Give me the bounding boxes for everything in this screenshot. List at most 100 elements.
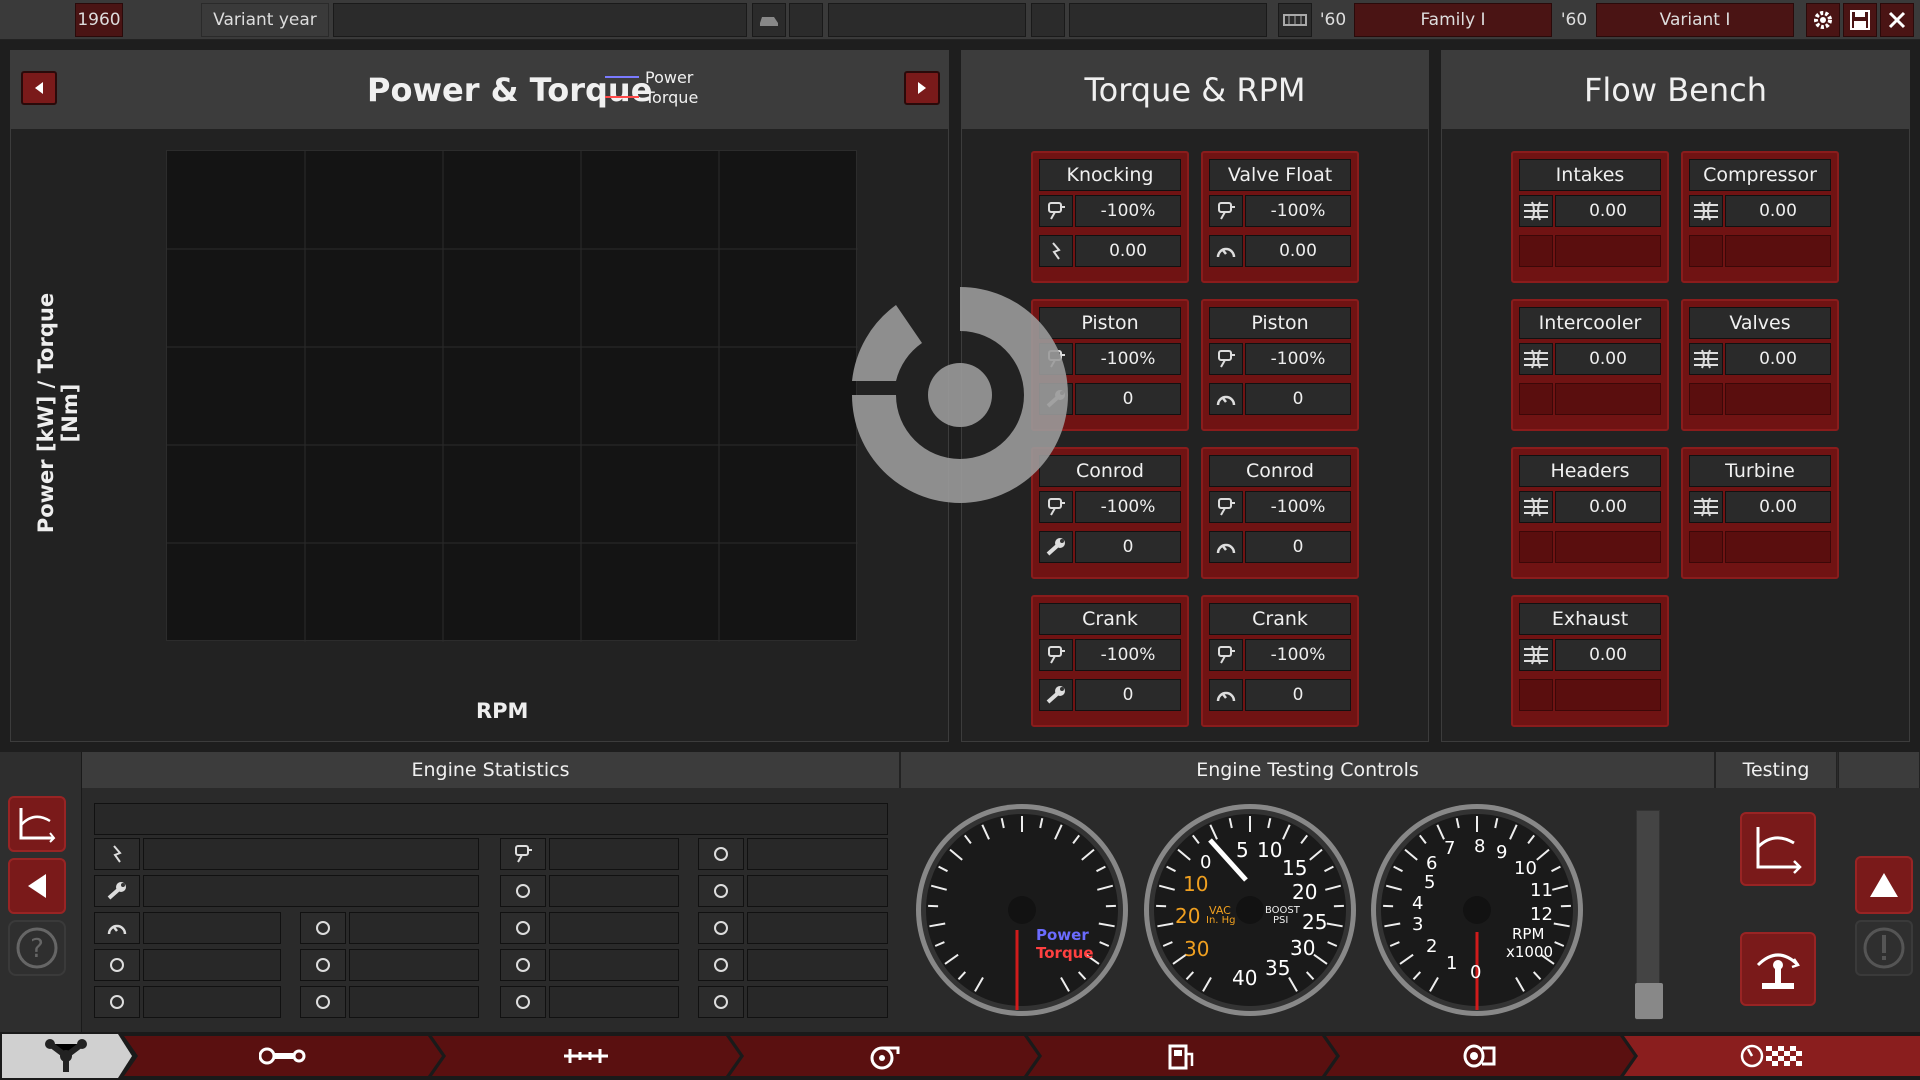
car-icon[interactable] xyxy=(752,3,786,37)
gauge2-vac-unit: In. Hg xyxy=(1206,915,1236,926)
boost-tick-label: 15 xyxy=(1282,856,1308,880)
wrench-icon xyxy=(1039,679,1073,711)
piston-card-value2: 0 xyxy=(1075,383,1181,415)
exhaust-icon xyxy=(1462,1042,1498,1070)
tab-conrod[interactable] xyxy=(124,1036,442,1076)
year-field[interactable]: 1960 xyxy=(75,3,123,37)
knocking-card-title: Knocking xyxy=(1039,159,1181,191)
engine-block-icon[interactable] xyxy=(1278,3,1312,37)
variant-field[interactable]: Variant I xyxy=(1596,3,1794,37)
piston-icon xyxy=(1209,195,1243,227)
blank-slot xyxy=(1555,679,1661,711)
intercooler-card: Intercooler 0.00 xyxy=(1511,299,1669,431)
tab-turbo[interactable] xyxy=(730,1036,1038,1076)
engine-statistics-header: Engine Statistics xyxy=(82,752,900,788)
blank-slot xyxy=(1689,235,1723,267)
up-button[interactable] xyxy=(1855,856,1913,914)
valve-float-card-value2: 0.00 xyxy=(1245,235,1351,267)
blank-slot xyxy=(1519,383,1553,415)
stat-value-box xyxy=(549,949,679,981)
test-slider-track[interactable] xyxy=(1635,810,1663,1020)
rpm-gauge-unit: x1000 xyxy=(1506,943,1554,961)
close-icon[interactable] xyxy=(1880,3,1914,37)
blank-field xyxy=(828,3,1026,37)
vacuum-tick-label: 20 xyxy=(1175,904,1201,928)
tab-crankshaft[interactable] xyxy=(432,1036,740,1076)
conrod-card-value2: 0 xyxy=(1245,531,1351,563)
piston-card-title: Piston xyxy=(1209,307,1351,339)
radiator-icon xyxy=(300,912,346,944)
boost-tick-label: 10 xyxy=(1257,838,1283,862)
conrod-card-value2: 0 xyxy=(1075,531,1181,563)
blank-slot xyxy=(1689,531,1723,563)
exhaust-card: Exhaust 0.00 xyxy=(1511,595,1669,727)
piston-icon xyxy=(1209,639,1243,671)
fuel-pump-icon xyxy=(500,949,546,981)
tab-fuel[interactable] xyxy=(1028,1036,1336,1076)
gauge2-zero: 0 xyxy=(1200,852,1212,873)
blank-slot[interactable] xyxy=(1031,3,1065,37)
engine-icon xyxy=(500,875,546,907)
turbine-card-value1: 0.00 xyxy=(1725,491,1831,523)
y-axis-label: Power [kW] / Torque [Nm] xyxy=(34,292,82,534)
compressor-card-value1: 0.00 xyxy=(1725,195,1831,227)
test-graph-button[interactable] xyxy=(1740,812,1816,886)
test-slider-handle[interactable] xyxy=(1635,983,1663,1019)
speaker-icon xyxy=(300,986,346,1018)
x-axis-label: RPM xyxy=(476,699,529,723)
rpm-tick-label: 7 xyxy=(1444,838,1456,859)
snowflake-icon xyxy=(94,986,140,1018)
graph-view-button[interactable] xyxy=(8,796,66,852)
prev-graph-button[interactable] xyxy=(21,71,57,105)
rpm-tick-label: 3 xyxy=(1412,914,1424,935)
crank-card: Crank -100% 0 xyxy=(1031,595,1189,727)
flow-icon xyxy=(1689,195,1723,227)
tab-exhaust[interactable] xyxy=(1326,1036,1634,1076)
torque-rpm-header: Torque & RPM xyxy=(962,51,1428,129)
tab-engine-parts[interactable] xyxy=(2,1034,132,1078)
help-button[interactable]: ? xyxy=(8,920,66,976)
conrod-card-value1: -100% xyxy=(1245,491,1351,523)
valves-card: Valves 0.00 xyxy=(1681,299,1839,431)
blank-slot xyxy=(1725,235,1831,267)
crank-card-value1: -100% xyxy=(1245,639,1351,671)
gauge2-boost-unit: PSI xyxy=(1273,915,1289,926)
blank-slot xyxy=(1555,383,1661,415)
intercooler-card-title: Intercooler xyxy=(1519,307,1661,339)
spark-icon xyxy=(94,838,140,870)
gear-icon[interactable] xyxy=(1806,3,1840,37)
save-icon[interactable] xyxy=(1843,3,1877,37)
stat-value-box xyxy=(747,986,888,1018)
crank-card-value2: 0 xyxy=(1245,679,1351,711)
warning-button[interactable] xyxy=(1855,920,1913,976)
knocking-card-value2: 0.00 xyxy=(1075,235,1181,267)
tools-icon xyxy=(698,986,744,1018)
blank-slot xyxy=(1689,383,1723,415)
crank-card-value1: -100% xyxy=(1075,639,1181,671)
piston-card: Piston -100% 0 xyxy=(1201,299,1359,431)
blank-slot xyxy=(1555,235,1661,267)
chart-grid xyxy=(167,151,858,642)
question-icon: ? xyxy=(16,927,58,969)
headers-card-value1: 0.00 xyxy=(1555,491,1661,523)
tab-testing[interactable] xyxy=(1624,1036,1920,1076)
stat-value-box xyxy=(747,949,888,981)
chart-plot-area xyxy=(166,150,858,642)
rpm-tick-label: 8 xyxy=(1474,836,1486,857)
next-graph-button[interactable] xyxy=(904,71,940,105)
flow-icon xyxy=(1689,343,1723,375)
rpm-gauge-label: RPM xyxy=(1512,925,1545,943)
dyno-button[interactable] xyxy=(1740,932,1816,1006)
vacuum-tick-label: 30 xyxy=(1184,937,1210,961)
stats-title-bar xyxy=(94,803,888,835)
back-button[interactable] xyxy=(8,858,66,914)
gauge-icon xyxy=(1209,383,1243,415)
conrod-card: Conrod -100% 0 xyxy=(1201,447,1359,579)
legend-torque-label: Torque xyxy=(645,87,699,107)
family-field[interactable]: Family I xyxy=(1354,3,1552,37)
rpm-tick-label: 6 xyxy=(1426,853,1438,874)
blank-slot[interactable] xyxy=(789,3,823,37)
boost-tick-label: 40 xyxy=(1232,966,1258,990)
fuel-icon xyxy=(1166,1040,1198,1072)
blank-slot xyxy=(1519,679,1553,711)
